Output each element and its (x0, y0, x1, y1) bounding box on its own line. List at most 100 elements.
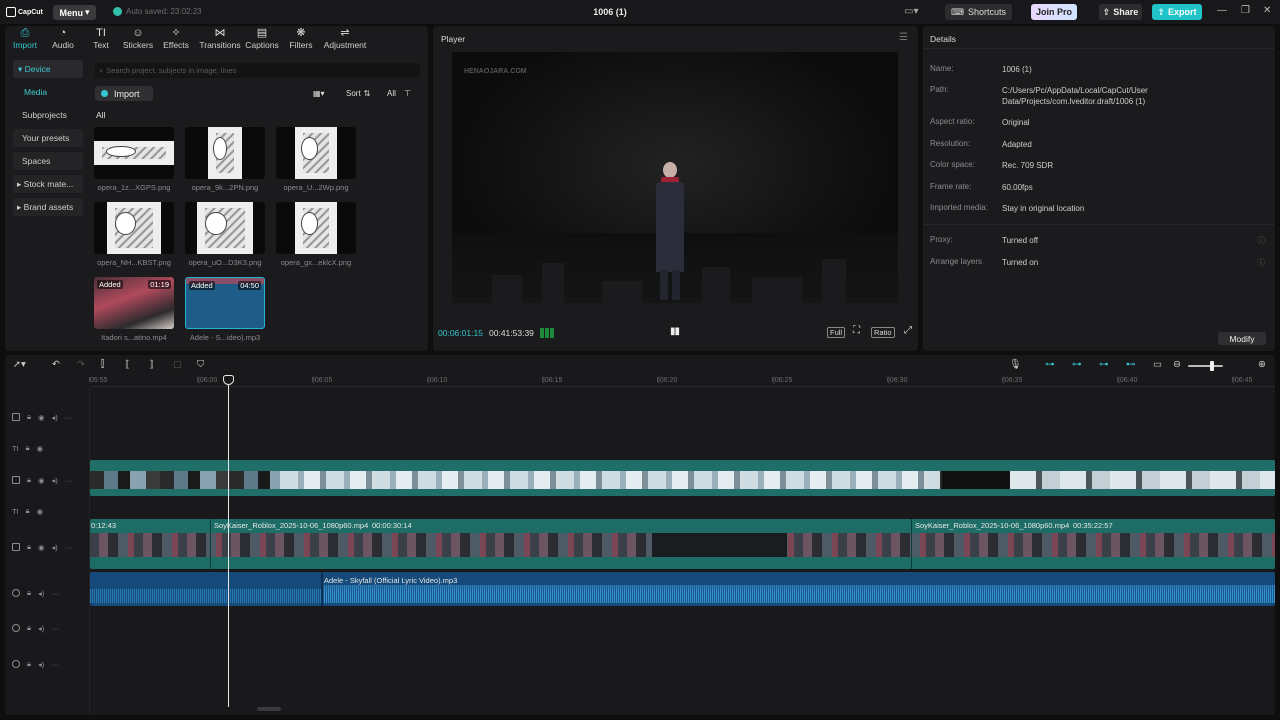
minimize-icon[interactable]: — (1217, 5, 1227, 16)
image-track-clips[interactable] (90, 460, 1275, 496)
zoom-out-icon[interactable]: ⊖ (1173, 359, 1181, 370)
eye-icon[interactable]: ◉ (38, 413, 45, 422)
delete-icon[interactable]: ▢ (173, 359, 182, 370)
tab-transitions[interactable]: ⋈ Transitions (198, 26, 242, 50)
sidebar-item-device[interactable]: ▾ Device (13, 60, 83, 78)
eye-icon[interactable]: ◉ (37, 444, 44, 453)
speaker-icon[interactable]: ◂) (52, 476, 58, 485)
more-icon[interactable]: ··· (65, 476, 73, 485)
tab-text[interactable]: TI Text (81, 26, 121, 50)
more-icon[interactable]: ··· (51, 660, 59, 669)
horizontal-scrollbar[interactable] (257, 707, 281, 711)
playhead-line[interactable] (228, 377, 229, 707)
more-icon[interactable]: ··· (51, 624, 59, 633)
filter-button[interactable]: All ⊤ (387, 86, 411, 100)
join-pro-button[interactable]: Join Pro (1031, 4, 1077, 20)
speaker-icon[interactable]: ◂) (38, 624, 44, 633)
eye-icon[interactable]: ◉ (38, 543, 45, 552)
zoom-slider[interactable] (1188, 365, 1223, 367)
tab-stickers[interactable]: ☺ Stickers (118, 26, 158, 50)
split-icon[interactable]: ⫿ (101, 359, 104, 370)
tab-import[interactable]: ⎙ Import (5, 26, 45, 50)
media-thumb-1[interactable] (94, 127, 174, 179)
tab-captions[interactable]: ▤ Captions (242, 26, 282, 50)
menu-button[interactable]: Menu ▾ (53, 5, 96, 20)
eye-icon[interactable]: ◉ (38, 476, 45, 485)
lock-icon[interactable]: 🔒︎ (27, 659, 31, 669)
link-main-track-icon[interactable]: ⊶ (1045, 359, 1055, 370)
split-left-icon[interactable]: ⟦ (125, 359, 130, 370)
microphone-icon[interactable]: 🎙 (1009, 359, 1021, 370)
media-thumb-audio[interactable]: Added 04:50 (185, 277, 265, 329)
tab-effects[interactable]: ✧ Effects (156, 26, 196, 50)
lock-icon[interactable]: 🔒︎ (27, 588, 31, 598)
audio-track-clips[interactable]: Adele - Skyfall (Official Lyric Video).m… (90, 572, 1275, 606)
tab-audio[interactable]: ◔ Audio (43, 26, 83, 50)
sidebar-item-spaces[interactable]: Spaces (13, 152, 83, 170)
layout-icon[interactable]: ▭▾ (904, 6, 918, 17)
undo-icon[interactable]: ↶ (52, 359, 60, 370)
video-track-clips[interactable]: 0:12:43 SoyKaiser_Roblox_2025-10-06_1080… (90, 519, 1275, 569)
tab-filters[interactable]: ❋ Filters (281, 26, 321, 50)
speaker-icon[interactable]: ◂) (52, 413, 58, 422)
sidebar-item-presets[interactable]: Your presets (13, 129, 83, 147)
lock-icon[interactable]: 🔒︎ (27, 542, 31, 552)
shortcuts-button[interactable]: ⌨ Shortcuts (945, 4, 1012, 20)
grid-view-button[interactable]: ▦▾ (313, 86, 325, 100)
sidebar-item-stock[interactable]: ▸ Stock mate... (13, 175, 83, 193)
media-thumb-3[interactable] (276, 127, 356, 179)
sidebar-item-subprojects[interactable]: Subprojects (13, 106, 83, 124)
more-icon[interactable]: ··· (65, 413, 73, 422)
info-icon[interactable]: ⓘ (1257, 257, 1265, 268)
lock-icon[interactable]: 🔒︎ (26, 506, 30, 516)
select-tool-icon[interactable]: ➚▾ (13, 359, 26, 370)
speaker-icon[interactable]: ◂) (38, 589, 44, 598)
pause-icon[interactable]: ▮▮ (670, 326, 680, 337)
hamburger-icon[interactable]: ☰ (899, 32, 908, 43)
clip-boundary[interactable] (321, 572, 323, 606)
lock-icon[interactable]: 🔒︎ (27, 412, 31, 422)
share-button[interactable]: ⇪ Share (1099, 4, 1142, 20)
clip-boundary[interactable] (911, 519, 912, 569)
export-button[interactable]: ⇧ Export (1152, 4, 1202, 20)
close-icon[interactable]: ✕ (1263, 5, 1271, 16)
speaker-icon[interactable]: ◂) (38, 660, 44, 669)
full-button[interactable]: Full (827, 327, 846, 338)
lock-icon[interactable]: 🔒︎ (27, 475, 31, 485)
sidebar-item-media[interactable]: Media (13, 83, 83, 101)
media-thumb-2[interactable] (185, 127, 265, 179)
time-ruler[interactable]: 05:55 |06:00 |06:05 |06:10 |06:15 |06:20… (89, 377, 1275, 387)
marker-icon[interactable]: ⛉ (197, 359, 204, 370)
redo-icon[interactable]: ↷ (77, 359, 85, 370)
crop-icon[interactable]: ⛶ (851, 325, 862, 336)
video-preview[interactable]: HENAOJARA.COM (452, 52, 898, 303)
restore-icon[interactable]: ❐ (1241, 5, 1250, 16)
import-button[interactable]: Import (95, 86, 153, 101)
search-input[interactable]: ⌕ Search project, subjects in image, line… (95, 63, 420, 78)
zoom-in-icon[interactable]: ⊕ (1258, 359, 1266, 370)
speaker-icon[interactable]: ◂) (52, 543, 58, 552)
caption-icon[interactable]: ▭ (1153, 359, 1162, 370)
zoom-slider-handle[interactable] (1210, 361, 1214, 371)
info-icon[interactable]: ⓘ (1257, 235, 1265, 246)
lock-icon[interactable]: 🔒︎ (26, 443, 30, 453)
sort-button[interactable]: Sort ⇅ (346, 86, 370, 100)
fullscreen-icon[interactable]: ⤢ (902, 325, 914, 336)
magnet-icon[interactable]: ⊶ (1072, 359, 1082, 370)
modify-button[interactable]: Modify (1218, 332, 1266, 345)
media-thumb-video[interactable]: Added 01:19 (94, 277, 174, 329)
lock-icon[interactable]: 🔒︎ (27, 623, 31, 633)
clip-boundary[interactable] (210, 519, 211, 569)
more-icon[interactable]: ··· (51, 589, 59, 598)
linkage-icon[interactable]: ⊶ (1099, 359, 1109, 370)
media-thumb-6[interactable] (276, 202, 356, 254)
eye-icon[interactable]: ◉ (37, 507, 44, 516)
tab-adjustment[interactable]: ⇌ Adjustment (321, 26, 369, 50)
ratio-button[interactable]: Ratio (871, 327, 895, 338)
media-thumb-5[interactable] (185, 202, 265, 254)
media-thumb-4[interactable] (94, 202, 174, 254)
more-icon[interactable]: ··· (65, 543, 73, 552)
split-right-icon[interactable]: ⟧ (149, 359, 154, 370)
sidebar-item-brand[interactable]: ▸ Brand assets (13, 198, 83, 216)
preview-axis-icon[interactable]: ⊷ (1126, 359, 1136, 370)
